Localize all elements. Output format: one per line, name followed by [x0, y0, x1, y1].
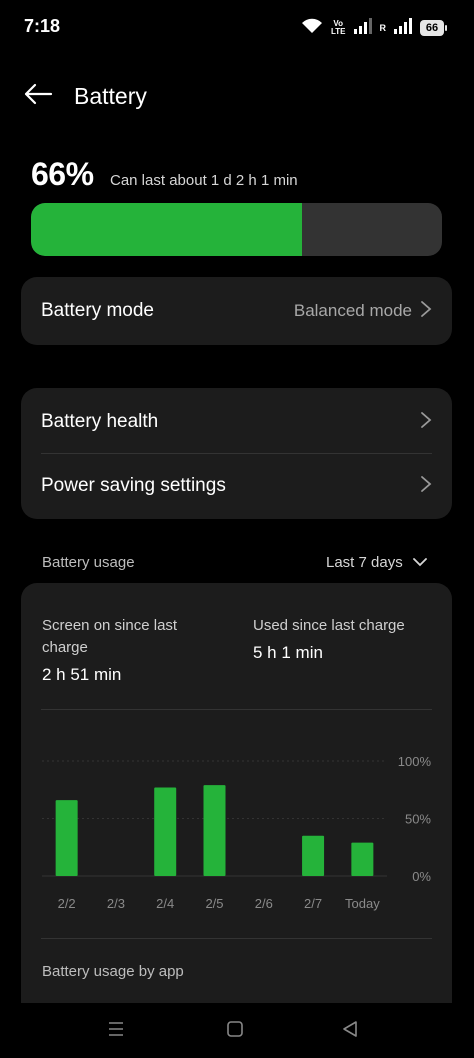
- battery-level-bar: [31, 203, 442, 256]
- recents-icon[interactable]: [106, 1021, 126, 1042]
- x-tick-label: 2/4: [156, 896, 174, 911]
- bar-2/2: [55, 800, 78, 876]
- signal-icon: [394, 17, 412, 39]
- navigation-bar: [0, 1003, 474, 1058]
- wifi-icon: [301, 18, 323, 39]
- divider: [41, 709, 432, 710]
- chevron-down-icon: [412, 554, 427, 571]
- volte-icon: Vo LTE: [330, 19, 346, 36]
- battery-health-label: Battery health: [41, 411, 159, 432]
- screen-on-value: 2 h 51 min: [42, 665, 122, 684]
- bar-2/7: [302, 835, 325, 876]
- used-since-charge-value: 5 h 1 min: [253, 643, 323, 662]
- signal-icon: [353, 17, 372, 39]
- back-arrow-icon: [23, 83, 53, 110]
- divider: [41, 938, 432, 939]
- back-icon[interactable]: [342, 1021, 358, 1042]
- x-tick-label: 2/3: [107, 896, 125, 911]
- y-tick-label: 100%: [398, 754, 432, 769]
- home-icon[interactable]: [226, 1021, 244, 1042]
- x-tick-label: Today: [345, 896, 380, 911]
- chevron-right-icon: [420, 300, 432, 323]
- usage-range-dropdown[interactable]: Last 7 days: [326, 554, 427, 571]
- back-button[interactable]: [18, 78, 58, 114]
- x-tick-label: 2/2: [58, 896, 76, 911]
- status-icons: Vo LTE R 66: [301, 17, 447, 39]
- battery-percent: 66%: [31, 156, 94, 192]
- battery-estimate: Can last about 1 d 2 h 1 min: [110, 172, 298, 189]
- battery-level-fill: [31, 203, 303, 256]
- used-since-charge-label: Used since last charge: [253, 617, 405, 634]
- y-tick-label: 50%: [405, 812, 431, 827]
- power-saving-row[interactable]: Power saving settings: [21, 454, 452, 518]
- chevron-right-icon: [420, 411, 432, 434]
- battery-usage-chart: 100% 50% 0% 2/2 2/3 2/4 2/5 2/6 2/7 Today: [42, 754, 432, 911]
- battery-mode-card: Battery mode Balanced mode: [21, 277, 452, 345]
- power-saving-label: Power saving settings: [41, 475, 226, 496]
- screen-on-label-line1: Screen on since last: [42, 617, 178, 634]
- battery-mode-label: Battery mode: [41, 300, 154, 321]
- x-tick-label: 2/5: [205, 896, 223, 911]
- battery-settings-card: Battery health Power saving settings: [21, 388, 452, 519]
- bar-2/4: [154, 787, 177, 876]
- x-tick-label: 2/7: [304, 896, 322, 911]
- usage-range-value: Last 7 days: [326, 554, 403, 571]
- battery-health-row[interactable]: Battery health: [21, 390, 452, 454]
- bar-2/5: [203, 785, 226, 876]
- battery-icon: 66: [420, 20, 447, 36]
- usage-by-app-heading: Battery usage by app: [42, 963, 184, 980]
- roaming-indicator: R: [379, 23, 387, 33]
- battery-usage-card: Screen on since last charge 2 h 51 min U…: [21, 583, 452, 1003]
- bar-Today: [351, 842, 374, 876]
- x-tick-label: 2/6: [255, 896, 273, 911]
- screen-on-stat: Screen on since last charge 2 h 51 min: [42, 615, 232, 685]
- screen-on-label-line2: charge: [42, 639, 88, 656]
- battery-usage-heading: Battery usage: [42, 554, 135, 571]
- status-time: 7:18: [24, 16, 61, 36]
- y-tick-label: 0%: [412, 869, 431, 884]
- battery-mode-value: Balanced mode: [293, 301, 412, 320]
- used-since-charge-stat: Used since last charge 5 h 1 min: [253, 615, 443, 663]
- page-title: Battery: [74, 83, 147, 109]
- battery-mode-row[interactable]: Battery mode Balanced mode: [21, 277, 452, 345]
- chevron-right-icon: [420, 475, 432, 498]
